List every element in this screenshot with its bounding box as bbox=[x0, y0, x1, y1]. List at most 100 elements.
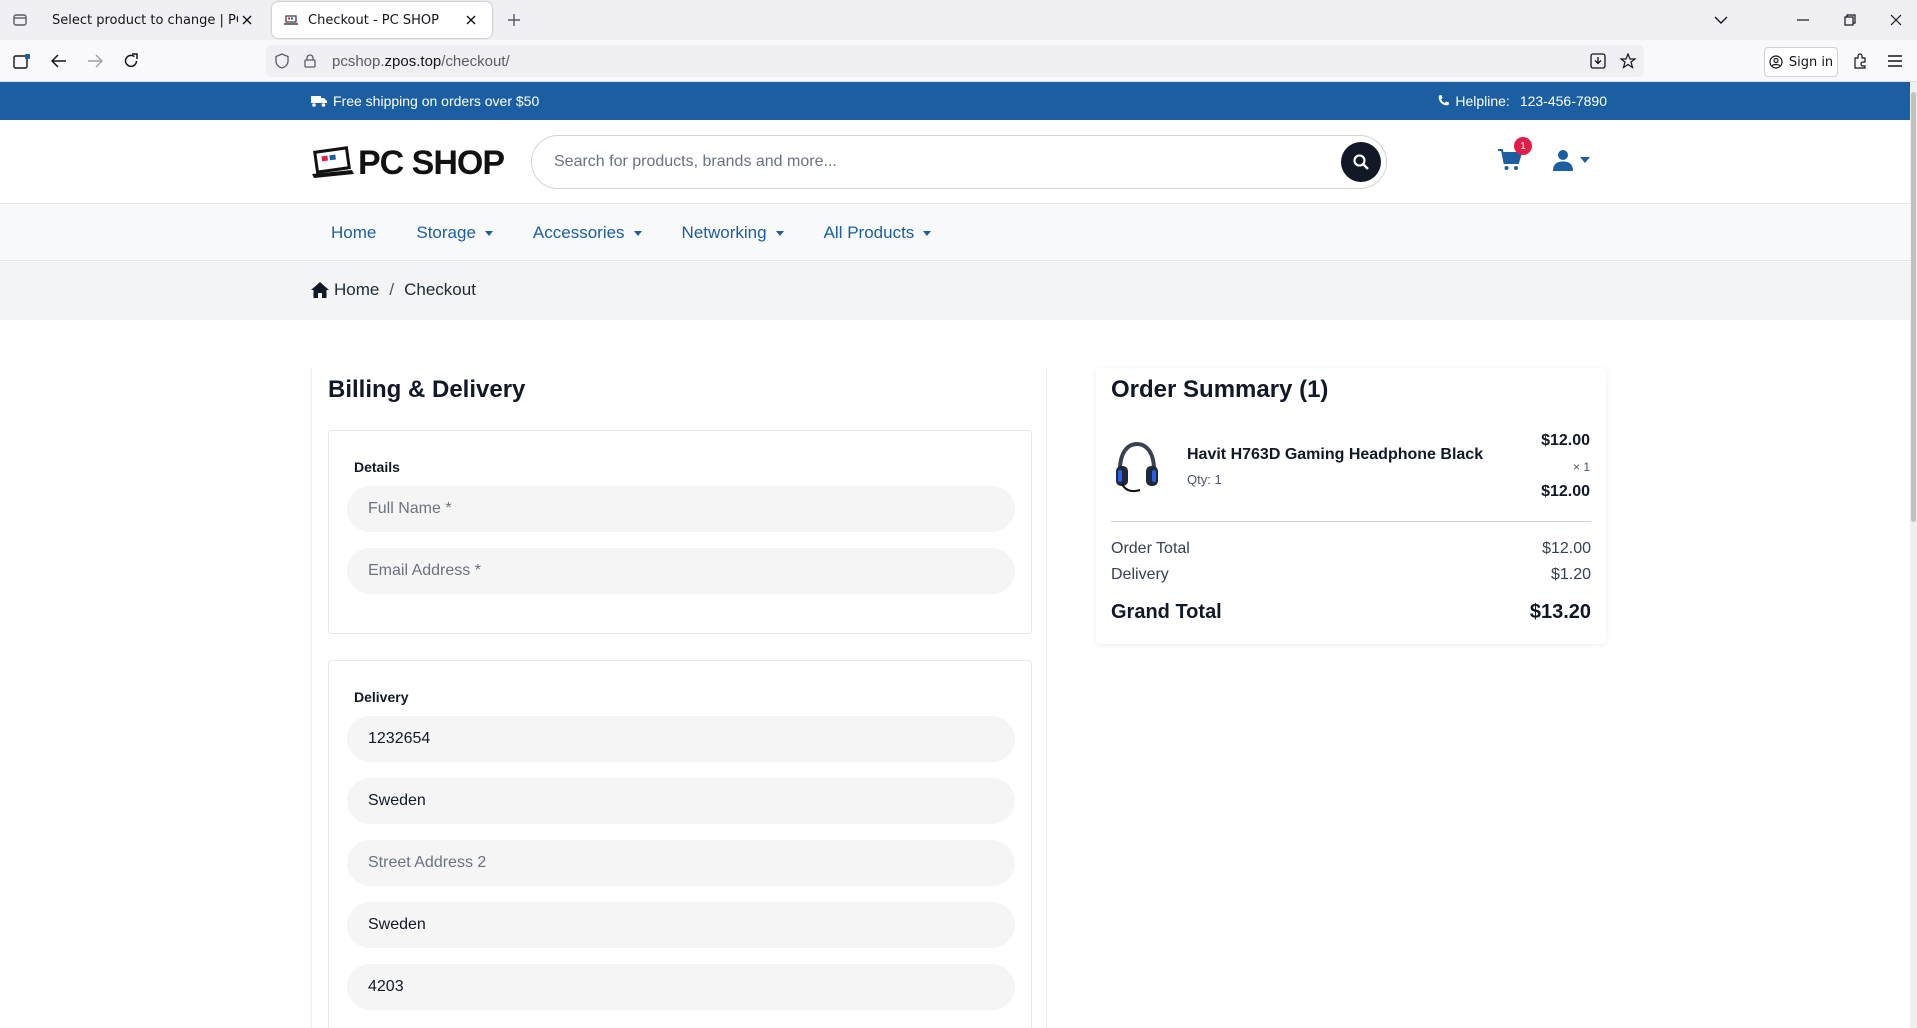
nav-item-label: Networking bbox=[681, 223, 767, 242]
new-tab-icon[interactable] bbox=[502, 8, 526, 32]
breadcrumb-current: Checkout bbox=[404, 280, 476, 299]
delivery-row: Delivery $1.20 bbox=[1111, 566, 1591, 584]
reload-icon[interactable] bbox=[117, 47, 145, 75]
nav-item-label: Accessories bbox=[532, 223, 625, 242]
free-shipping-notice: Free shipping on orders over $50 bbox=[311, 93, 539, 109]
menu-hamburger-icon[interactable] bbox=[1881, 47, 1909, 75]
tab-checkout[interactable]: Checkout - PC SHOP bbox=[272, 2, 492, 38]
breadcrumb-home-link[interactable]: Home bbox=[334, 280, 379, 300]
truck-icon bbox=[311, 96, 327, 107]
product-line-total: $12.00 bbox=[1541, 483, 1590, 500]
free-shipping-text: Free shipping on orders over $50 bbox=[333, 93, 540, 109]
search-button[interactable] bbox=[1341, 142, 1381, 182]
cart-button[interactable]: 1 bbox=[1498, 137, 1532, 175]
nav-item-label: Home bbox=[331, 223, 377, 242]
nav-item-accessories[interactable]: Accessories bbox=[513, 223, 662, 243]
product-multiplier: × 1 bbox=[1572, 460, 1590, 474]
shield-icon[interactable] bbox=[274, 53, 290, 69]
billing-delivery-section: Billing & Delivery Details Full Name * E… bbox=[311, 368, 1047, 1028]
url-path: /checkout/ bbox=[441, 52, 510, 70]
close-icon[interactable] bbox=[462, 11, 480, 29]
order-summary: Order Summary (1) Havit H763D Gaming Hea… bbox=[1096, 368, 1606, 644]
delivery-cost-label: Delivery bbox=[1111, 566, 1169, 583]
user-icon bbox=[1553, 150, 1573, 171]
bookmark-star-icon[interactable] bbox=[1620, 53, 1636, 69]
order-total-label: Order Total bbox=[1111, 540, 1190, 557]
cart-count-badge: 1 bbox=[1514, 137, 1532, 155]
caret-down-icon bbox=[923, 230, 932, 236]
helpline-label: Helpline: bbox=[1455, 93, 1510, 109]
nav-item-home[interactable]: Home bbox=[311, 223, 396, 243]
delivery-field-1[interactable]: 1232654 bbox=[347, 716, 1015, 762]
tab-select-product[interactable]: Select product to change | PCSHOP bbox=[40, 2, 268, 38]
laptop-logo-icon bbox=[312, 145, 354, 178]
nav-item-storage[interactable]: Storage bbox=[396, 223, 513, 243]
pc-shop-favicon-icon bbox=[284, 14, 300, 26]
headphone-product-image[interactable] bbox=[1112, 440, 1162, 496]
product-qty: Qty: 1 bbox=[1187, 472, 1222, 487]
url-bar[interactable]: pcshop.zpos.top/checkout/ bbox=[266, 45, 1644, 77]
tab-list-icon[interactable] bbox=[8, 8, 32, 32]
browser-tab-bar: Select product to change | PCSHOP Checko… bbox=[0, 0, 1917, 40]
grand-total-label: Grand Total bbox=[1111, 601, 1222, 623]
grand-total-row: Grand Total $13.20 bbox=[1111, 601, 1591, 624]
extensions-icon[interactable] bbox=[1846, 47, 1874, 75]
details-label: Details bbox=[354, 459, 400, 475]
minimize-icon[interactable] bbox=[1788, 6, 1818, 34]
back-arrow-icon[interactable] bbox=[45, 47, 73, 75]
email-input[interactable]: Email Address * bbox=[347, 548, 1015, 594]
restore-icon[interactable] bbox=[1835, 6, 1865, 34]
helpline-number[interactable]: 123-456-7890 bbox=[1520, 93, 1607, 109]
search-bar[interactable]: Search for products, brands and more... bbox=[531, 135, 1387, 189]
site-header: PC SHOP Search for products, brands and … bbox=[0, 120, 1917, 204]
nav-item-label: Storage bbox=[416, 223, 476, 242]
site-logo[interactable]: PC SHOP bbox=[310, 144, 505, 183]
billing-title: Billing & Delivery bbox=[328, 376, 526, 403]
full-name-input[interactable]: Full Name * bbox=[347, 486, 1015, 532]
delivery-label: Delivery bbox=[354, 689, 409, 705]
close-icon[interactable] bbox=[238, 11, 256, 29]
helpline: Helpline: 123-456-7890 bbox=[1437, 93, 1607, 109]
delivery-cost-value: $1.20 bbox=[1550, 566, 1591, 583]
tab-overflow-chevron-icon[interactable] bbox=[1706, 6, 1736, 34]
delivery-card: Delivery 1232654 Sweden Street Address 2… bbox=[328, 660, 1032, 1028]
breadcrumb: Home / Checkout bbox=[0, 262, 1917, 320]
chevron-down-icon bbox=[1580, 157, 1590, 163]
scrollbar-thumb[interactable] bbox=[1911, 92, 1916, 522]
tab-title: Checkout - PC SHOP bbox=[308, 12, 439, 28]
forward-arrow-icon[interactable] bbox=[81, 47, 109, 75]
caret-down-icon bbox=[775, 230, 784, 236]
product-name[interactable]: Havit H763D Gaming Headphone Black bbox=[1187, 446, 1483, 464]
product-unit-price: $12.00 bbox=[1541, 432, 1590, 449]
caret-down-icon bbox=[484, 230, 493, 236]
page-scrollbar[interactable] bbox=[1910, 82, 1917, 1028]
street-address-2-input[interactable]: Street Address 2 bbox=[347, 840, 1015, 886]
announcement-bar: Free shipping on orders over $50 Helplin… bbox=[0, 82, 1917, 120]
tab-title: Select product to change | PCSHOP bbox=[52, 12, 238, 28]
search-input[interactable]: Search for products, brands and more... bbox=[532, 153, 1341, 171]
order-total-row: Order Total $12.00 bbox=[1111, 540, 1591, 558]
search-icon bbox=[1353, 154, 1369, 170]
download-page-icon[interactable] bbox=[1590, 53, 1606, 69]
sign-in-button[interactable]: Sign in bbox=[1764, 47, 1838, 77]
browser-nav-bar: pcshop.zpos.top/checkout/ Sign in bbox=[0, 40, 1917, 82]
details-card: Details Full Name * Email Address * bbox=[328, 430, 1032, 634]
user-menu-button[interactable] bbox=[1553, 149, 1590, 171]
order-summary-title: Order Summary (1) bbox=[1111, 376, 1329, 403]
sidebar-toggle-icon[interactable] bbox=[8, 47, 36, 75]
lock-icon[interactable] bbox=[302, 53, 318, 69]
nav-item-networking[interactable]: Networking bbox=[662, 223, 804, 243]
close-window-icon[interactable] bbox=[1881, 6, 1911, 34]
summary-divider bbox=[1111, 521, 1591, 522]
url-text: pcshop.zpos.top/checkout/ bbox=[332, 53, 510, 70]
grand-total-value: $13.20 bbox=[1529, 601, 1591, 623]
nav-item-all-products[interactable]: All Products bbox=[804, 223, 952, 243]
breadcrumb-separator: / bbox=[389, 280, 395, 299]
phone-icon bbox=[1439, 95, 1450, 106]
delivery-field-2[interactable]: Sweden bbox=[347, 778, 1015, 824]
delivery-field-4[interactable]: Sweden bbox=[347, 902, 1015, 948]
url-domain: pcshop. bbox=[332, 52, 385, 70]
delivery-field-5[interactable]: 4203 bbox=[347, 964, 1015, 1010]
nav-item-label: All Products bbox=[823, 223, 915, 242]
order-total-value: $12.00 bbox=[1542, 540, 1591, 557]
